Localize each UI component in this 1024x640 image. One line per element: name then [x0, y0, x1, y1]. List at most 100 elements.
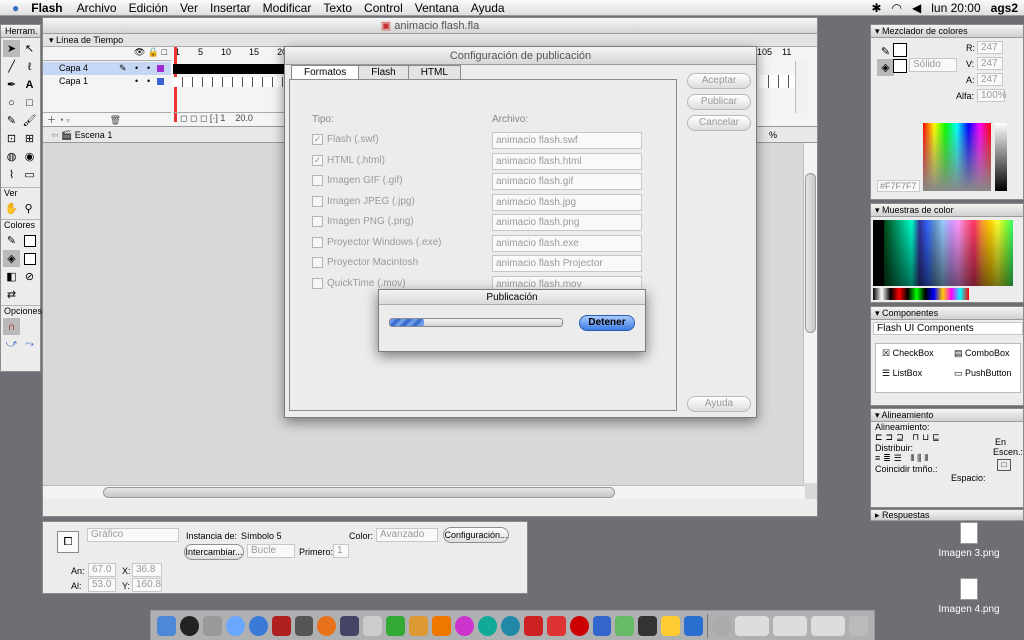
system-prefs-icon[interactable] [202, 615, 222, 636]
safari-icon[interactable] [248, 615, 268, 636]
app-icon[interactable] [592, 615, 612, 636]
timeline-vscroll[interactable] [795, 61, 807, 113]
fill-style-select[interactable]: Sólido [909, 58, 957, 72]
window-thumb[interactable] [773, 615, 808, 636]
transform-tool-icon[interactable]: ⊡ [3, 130, 20, 147]
default-colors-icon[interactable]: ◧ [3, 268, 20, 285]
menu-app[interactable]: Flash [25, 1, 70, 15]
first-input[interactable]: 1 [333, 544, 349, 558]
brightness-slider[interactable] [995, 123, 1007, 191]
app-icon[interactable] [454, 615, 474, 636]
publish-button[interactable]: Publicar [687, 94, 751, 110]
format-checkbox[interactable]: Imagen PNG (.png) [312, 216, 414, 227]
app-icon[interactable] [615, 615, 635, 636]
arrow-tool-icon[interactable]: ➤ [3, 40, 20, 57]
back-arrow-icon[interactable]: ⇦ [51, 130, 59, 140]
fill-color-icon[interactable]: ◈ [3, 250, 20, 267]
fill-swatch[interactable] [893, 59, 907, 73]
menu-archivo[interactable]: Archivo [71, 1, 123, 15]
menu-ayuda[interactable]: Ayuda [465, 1, 511, 15]
app-icon[interactable] [638, 615, 658, 636]
window-thumb[interactable] [811, 615, 846, 636]
itunes-icon[interactable] [225, 615, 245, 636]
trash-icon[interactable] [849, 615, 869, 636]
format-checkbox[interactable]: Proyector Macintosh [312, 257, 418, 268]
app-icon[interactable] [432, 615, 451, 636]
fill-swatch[interactable] [21, 250, 38, 267]
smooth-option-icon[interactable]: ⤻ [3, 336, 20, 353]
dashboard-icon[interactable] [179, 615, 199, 636]
volume-icon[interactable]: ◀ [912, 1, 921, 15]
component-set-select[interactable]: Flash UI Components [873, 322, 1023, 335]
mail-icon[interactable] [712, 615, 731, 636]
component-combobox[interactable]: ▤ ComboBox [954, 348, 1010, 359]
app-icon[interactable] [294, 615, 314, 636]
hand-tool-icon[interactable]: ✋ [3, 200, 20, 217]
to-stage-button[interactable]: □ [997, 459, 1011, 471]
app-icon[interactable] [340, 615, 360, 636]
finder-icon[interactable] [157, 615, 176, 636]
dreamweaver-icon[interactable] [477, 615, 497, 636]
frames-track[interactable] [173, 77, 288, 87]
apple-menu-icon[interactable]: ● [0, 1, 25, 15]
zoom-tool-icon[interactable]: ⚲ [20, 200, 37, 217]
app-icon[interactable] [386, 615, 406, 636]
eraser-icon[interactable]: ▭ [21, 166, 38, 183]
tab-formatos[interactable]: Formatos [291, 65, 360, 79]
text-tool-icon[interactable]: A [21, 76, 38, 93]
swatch-grid[interactable] [873, 220, 1013, 286]
window-thumb[interactable] [735, 615, 770, 636]
firefox-icon[interactable] [317, 615, 337, 636]
menu-modificar[interactable]: Modificar [257, 1, 318, 15]
desktop-file[interactable]: Imagen 4.png [936, 578, 1002, 615]
component-checkbox[interactable]: ☒ CheckBox [882, 348, 934, 359]
ink-bottle-icon[interactable]: ◍ [3, 148, 20, 165]
x-input[interactable]: 36.8 [132, 563, 162, 577]
h-input[interactable]: 53.0 [88, 578, 116, 592]
layer-row[interactable]: Capa 4 ✎ • • [43, 62, 171, 75]
acrobat-icon[interactable] [546, 615, 566, 636]
stroke-swatch[interactable] [893, 43, 907, 57]
r-input[interactable]: 247 [977, 41, 1003, 54]
g-input[interactable]: 247 [977, 57, 1003, 70]
swap-button[interactable]: Intercambiar... [184, 544, 244, 560]
wifi-icon[interactable]: ◠ [892, 1, 902, 15]
b-input[interactable]: 247 [977, 73, 1003, 86]
format-checkbox[interactable]: Imagen GIF (.gif) [312, 175, 403, 186]
app-icon[interactable] [409, 615, 429, 636]
menu-control[interactable]: Control [358, 1, 409, 15]
swap-colors-icon[interactable]: ⇄ [3, 286, 20, 303]
color-spectrum[interactable] [923, 123, 991, 191]
gradient-swatches[interactable] [873, 288, 969, 300]
format-filename-input[interactable]: animacio flash Projector [492, 255, 642, 272]
snap-magnet-icon[interactable]: ∩ [3, 318, 20, 335]
no-color-icon[interactable]: ⊘ [21, 268, 38, 285]
frames-track[interactable] [173, 64, 288, 74]
flash-icon[interactable] [569, 615, 589, 636]
zoom-value[interactable]: % [769, 127, 777, 143]
symbol-type-select[interactable]: Gráfico [87, 528, 179, 542]
fill-transform-icon[interactable]: ⊞ [21, 130, 38, 147]
rect-tool-icon[interactable]: □ [21, 94, 38, 111]
y-input[interactable]: 160.8 [132, 578, 162, 592]
format-filename-input[interactable]: animacio flash.swf [492, 132, 642, 149]
format-checkbox[interactable]: ✓ Flash (.swf) [312, 134, 379, 145]
user-name[interactable]: ags2 [991, 1, 1018, 15]
menu-insertar[interactable]: Insertar [204, 1, 257, 15]
acrobat-icon[interactable] [523, 615, 543, 636]
app-icon[interactable] [661, 615, 681, 636]
tab-html[interactable]: HTML [408, 65, 461, 79]
line-tool-icon[interactable]: ╱ [3, 58, 20, 75]
frame-ruler[interactable]: 1 5 10 15 20 [173, 47, 287, 61]
pencil-tool-icon[interactable]: ✎ [3, 112, 20, 129]
format-checkbox[interactable]: Proyector Windows (.exe) [312, 236, 441, 248]
flash-player-icon[interactable] [684, 615, 704, 636]
layer-controls[interactable]: ＋ ◔ ▫ 🗑 [43, 112, 171, 126]
answers-title[interactable]: ▸ Respuestas [871, 510, 1023, 521]
format-filename-input[interactable]: animacio flash.exe [492, 234, 642, 252]
component-listbox[interactable]: ☰ ListBox [882, 368, 922, 379]
scene-name[interactable]: Escena 1 [75, 130, 113, 140]
paint-bucket-icon[interactable]: ◉ [21, 148, 38, 165]
hex-value[interactable]: #F7F7F7 [877, 180, 920, 192]
menu-ventana[interactable]: Ventana [409, 1, 465, 15]
